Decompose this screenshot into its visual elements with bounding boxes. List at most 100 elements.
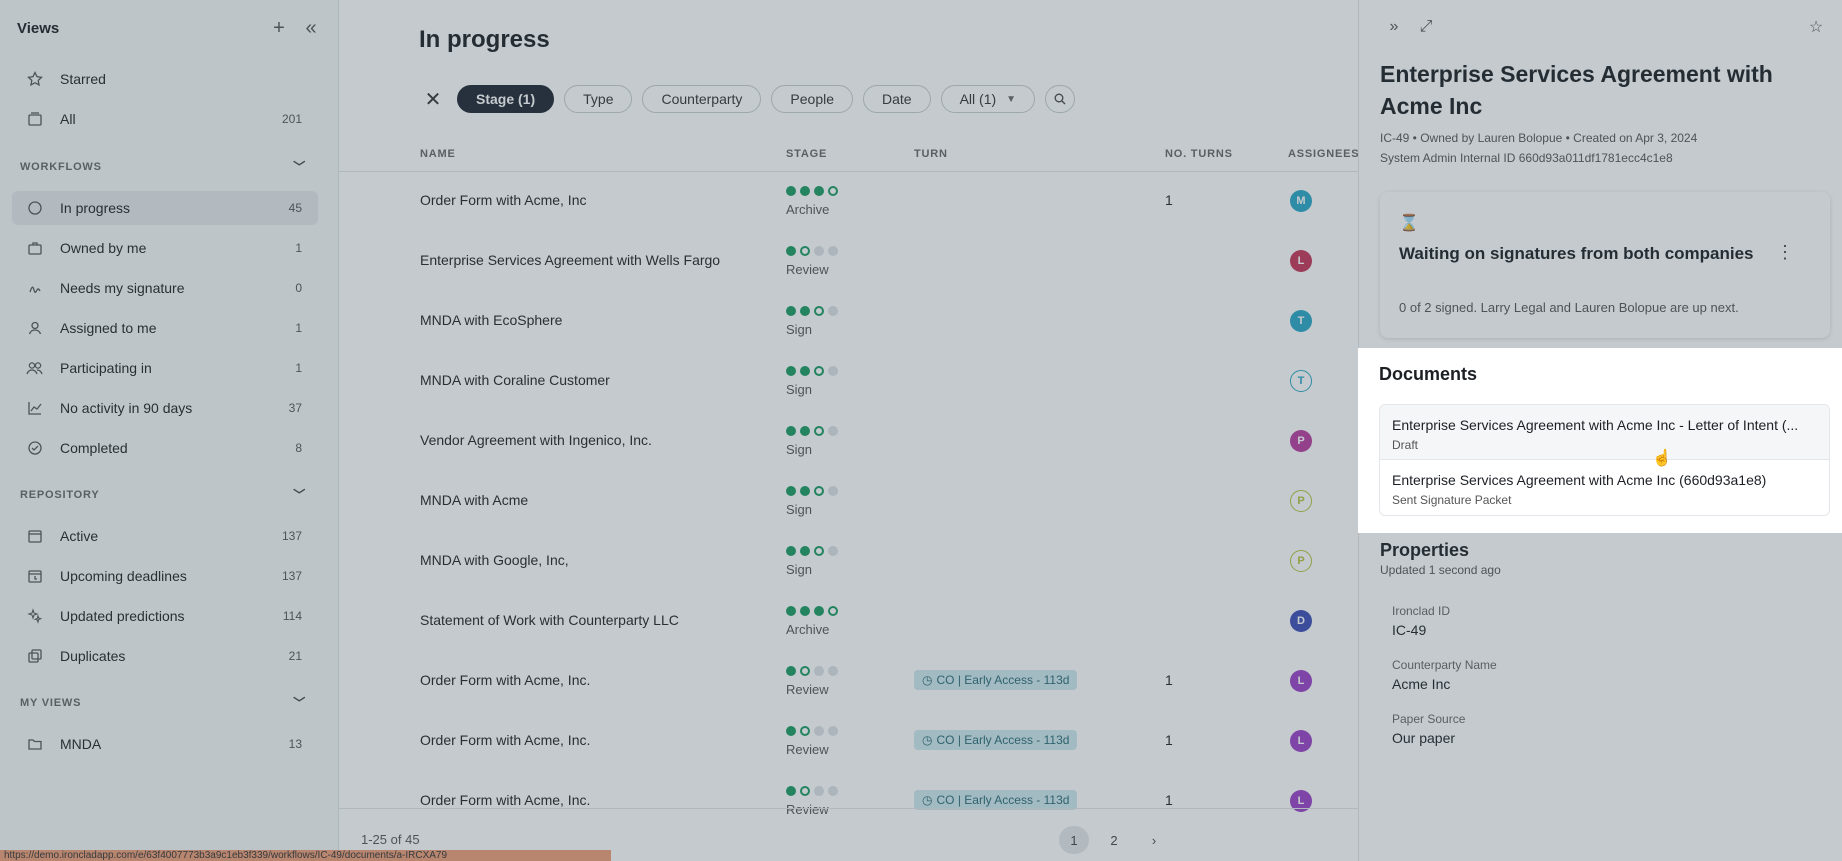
turns-count: 1 [1165, 732, 1173, 748]
workflow-name[interactable]: MNDA with EcoSphere [420, 312, 562, 328]
stage-dot [814, 426, 824, 436]
sidebar-item-no-activity[interactable]: No activity in 90 days 37 [12, 391, 318, 425]
stage-dot [828, 306, 838, 316]
filter-counterparty[interactable]: Counterparty [642, 85, 762, 113]
sidebar-item-in-progress[interactable]: In progress 45 [12, 191, 318, 225]
table-row[interactable]: MNDA with Acme Sign P [339, 472, 1358, 532]
pagination: 1 2 › [1059, 826, 1179, 854]
page-1-button[interactable]: 1 [1059, 826, 1089, 854]
documents-title: Documents [1379, 364, 1478, 384]
stage-dot [786, 546, 796, 556]
document-item[interactable]: Enterprise Services Agreement with Acme … [1380, 460, 1829, 515]
table-row[interactable]: MNDA with EcoSphere Sign T [339, 292, 1358, 352]
col-header-turn[interactable]: TURN [914, 148, 948, 160]
avatar[interactable]: L [1290, 250, 1312, 272]
section-my-views[interactable]: MY VIEWS ﹀ [20, 694, 306, 711]
document-item[interactable]: Enterprise Services Agreement with Acme … [1380, 405, 1829, 460]
workflow-name[interactable]: MNDA with Google, Inc, [420, 552, 569, 568]
table-row[interactable]: MNDA with Google, Inc, Sign P [339, 532, 1358, 592]
sidebar-item-needs-my-signature[interactable]: Needs my signature 0 [12, 271, 318, 305]
avatar[interactable]: P [1290, 430, 1312, 452]
table-row[interactable]: Vendor Agreement with Ingenico, Inc. Sign… [339, 412, 1358, 472]
sidebar-item-label: Updated predictions [60, 608, 185, 624]
col-header-turns[interactable]: NO. TURNS [1165, 148, 1233, 160]
avatar[interactable]: M [1290, 190, 1312, 212]
stage-progress [786, 666, 842, 676]
table-row[interactable]: Order Form with Acme, Inc. Review ◷ CO | Ea… [339, 772, 1358, 832]
workflow-name[interactable]: MNDA with Acme [420, 492, 528, 508]
section-title: MY VIEWS [20, 696, 82, 709]
clear-filters-icon[interactable]: ✕ [421, 87, 445, 111]
stage-dot [814, 246, 824, 256]
next-page-icon[interactable]: › [1139, 826, 1169, 854]
filter-type[interactable]: Type [564, 85, 633, 113]
plus-icon[interactable]: + [268, 17, 290, 39]
stage-progress [786, 246, 842, 256]
sidebar-item-mnda[interactable]: MNDA 13 [12, 727, 318, 761]
filter-all[interactable]: All (1) ▼ [940, 85, 1036, 113]
sidebar-item-owned-by-me[interactable]: Owned by me 1 [12, 231, 318, 265]
property-value[interactable]: IC-49 [1392, 622, 1426, 638]
table-row[interactable]: Statement of Work with Counterparty LLC A… [339, 592, 1358, 652]
stage-label: Sign [786, 382, 813, 397]
chevron-down-icon[interactable]: ﹀ [293, 694, 306, 711]
stage-dot [814, 486, 824, 496]
table-row[interactable]: Enterprise Services Agreement with Wells… [339, 232, 1358, 292]
property-value[interactable]: Acme Inc [1392, 676, 1450, 692]
chevron-down-icon[interactable]: ﹀ [293, 158, 306, 175]
filter-people[interactable]: People [771, 85, 854, 113]
stage-progress [786, 426, 842, 436]
sidebar-item-assigned-to-me[interactable]: Assigned to me 1 [12, 311, 318, 345]
check-circle-icon [26, 439, 44, 457]
more-options-icon[interactable]: ⋮ [1776, 242, 1794, 263]
workflow-name[interactable]: MNDA with Coraline Customer [420, 372, 610, 388]
avatar[interactable]: L [1290, 670, 1312, 692]
sidebar-item-updated-predictions[interactable]: Updated predictions 114 [12, 599, 318, 633]
chevron-down-icon[interactable]: ﹀ [293, 486, 306, 503]
table-row[interactable]: Order Form with Acme, Inc. Review ◷ CO | Ea… [339, 652, 1358, 712]
property-value[interactable]: Our paper [1392, 730, 1455, 746]
workflow-name[interactable]: Statement of Work with Counterparty LLC [420, 612, 679, 628]
expand-panel-icon[interactable]: » [1383, 16, 1405, 38]
avatar[interactable]: P [1290, 550, 1312, 572]
table-row[interactable]: Order Form with Acme, Inc. Review ◷ CO | Ea… [339, 712, 1358, 772]
turn-label: CO | Early Access - 113d [936, 793, 1070, 807]
col-header-name[interactable]: NAME [420, 148, 456, 160]
turns-count: 1 [1165, 792, 1173, 808]
workflow-name[interactable]: Order Form with Acme, Inc. [420, 792, 590, 808]
collapse-icon[interactable]: « [300, 17, 322, 39]
workflow-name[interactable]: Order Form with Acme, Inc [420, 192, 586, 208]
workflow-name[interactable]: Enterprise Services Agreement with Wells… [420, 252, 720, 268]
sidebar-item-active[interactable]: Active 137 [12, 519, 318, 553]
search-icon [1054, 93, 1066, 105]
sidebar-item-starred[interactable]: Starred [12, 62, 318, 96]
sidebar-item-all[interactable]: All 201 [12, 102, 318, 136]
divider [339, 808, 1358, 809]
avatar[interactable]: L [1290, 730, 1312, 752]
avatar[interactable]: T [1290, 370, 1312, 392]
star-icon[interactable]: ☆ [1805, 16, 1827, 38]
workflow-name[interactable]: Vendor Agreement with Ingenico, Inc. [420, 432, 652, 448]
stage-dot [800, 246, 810, 256]
sidebar-item-completed[interactable]: Completed 8 [12, 431, 318, 465]
section-repository[interactable]: REPOSITORY ﹀ [20, 486, 306, 503]
sidebar-item-duplicates[interactable]: Duplicates 21 [12, 639, 318, 673]
col-header-assignees[interactable]: ASSIGNEES [1288, 148, 1359, 160]
fullscreen-icon[interactable]: ⤢ [1415, 16, 1437, 38]
workflow-name[interactable]: Order Form with Acme, Inc. [420, 732, 590, 748]
search-button[interactable] [1045, 85, 1076, 113]
avatar[interactable]: D [1290, 610, 1312, 632]
avatar[interactable]: T [1290, 310, 1312, 332]
pagination-info: 1-25 of 45 [361, 832, 420, 847]
section-workflows[interactable]: WORKFLOWS ﹀ [20, 158, 306, 175]
sidebar-item-upcoming-deadlines[interactable]: Upcoming deadlines 137 [12, 559, 318, 593]
filter-date[interactable]: Date [863, 85, 931, 113]
sidebar-item-participating-in[interactable]: Participating in 1 [12, 351, 318, 385]
filter-stage[interactable]: Stage (1) [457, 85, 555, 113]
table-row[interactable]: MNDA with Coraline Customer Sign T [339, 352, 1358, 412]
table-row[interactable]: Order Form with Acme, Inc Archive 1 M [339, 172, 1358, 232]
col-header-stage[interactable]: STAGE [786, 148, 827, 160]
workflow-name[interactable]: Order Form with Acme, Inc. [420, 672, 590, 688]
page-2-button[interactable]: 2 [1099, 826, 1129, 854]
avatar[interactable]: P [1290, 490, 1312, 512]
